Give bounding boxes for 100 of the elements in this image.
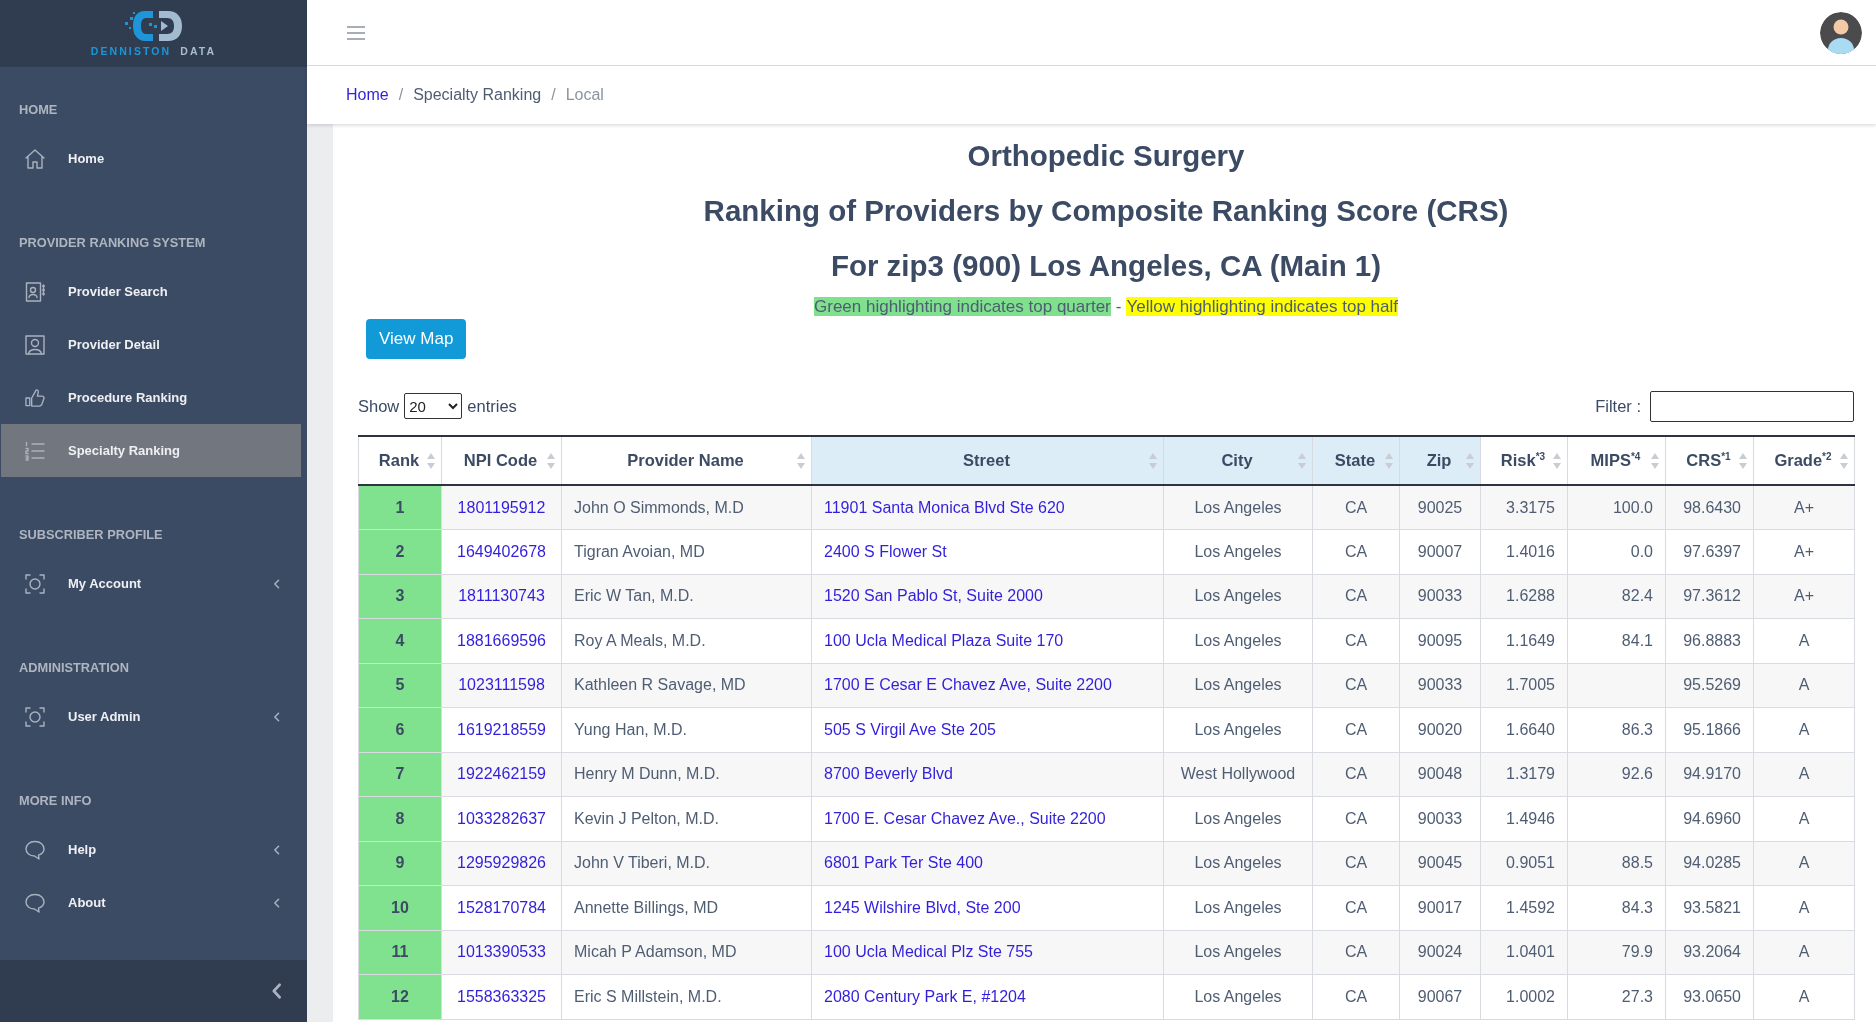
table-cell: 0.9051 [1480, 841, 1568, 886]
table-cell: Eric W Tan, M.D. [561, 574, 812, 619]
table-cell: CA [1312, 707, 1400, 752]
table-cell: 96.8883 [1665, 618, 1754, 663]
column-header[interactable]: Street [811, 436, 1164, 485]
rank-cell: 9 [358, 841, 442, 886]
table-cell: Los Angeles [1163, 841, 1313, 886]
table-cell: Los Angeles [1163, 707, 1313, 752]
rank-cell: 6 [358, 707, 442, 752]
logo-icon [122, 9, 185, 43]
section-heading: MORE INFO [18, 792, 93, 810]
numbered-list-icon [25, 440, 45, 461]
nav-item[interactable]: Provider Search [1, 265, 301, 318]
column-header[interactable]: Zip [1399, 436, 1481, 485]
table-cell: A [1753, 663, 1855, 708]
table-cell: Los Angeles [1163, 930, 1313, 975]
focus-frame-icon [25, 573, 45, 594]
nav-item[interactable]: Home [1, 132, 301, 185]
table-cell: Los Angeles [1163, 974, 1313, 1019]
table-cell: 90048 [1399, 752, 1481, 797]
table-cell: 100.0 [1567, 485, 1666, 530]
street-link[interactable]: 8700 Beverly Blvd [824, 765, 953, 783]
table-cell: A+ [1753, 485, 1855, 530]
column-header[interactable]: NPI Code [441, 436, 562, 485]
table-cell: Henry M Dunn, M.D. [561, 752, 812, 797]
breadcrumb-separator: / [397, 86, 405, 104]
table-cell: 98.6430 [1665, 485, 1754, 530]
entries-label: entries [467, 396, 517, 416]
table-cell: Annette Billings, MD [561, 885, 812, 930]
speech-bubble-icon [25, 839, 45, 860]
table-cell: A [1753, 796, 1855, 841]
table-cell: A [1753, 930, 1855, 975]
nav-item[interactable]: About [1, 876, 301, 929]
table-cell: CA [1312, 885, 1400, 930]
table-cell: 90025 [1399, 485, 1481, 530]
table-cell: CA [1312, 574, 1400, 619]
table-cell: 27.3 [1567, 974, 1666, 1019]
section-heading: SUBSCRIBER PROFILE [18, 526, 164, 544]
table-cell: 84.3 [1567, 885, 1666, 930]
page-length-select[interactable]: 20 [404, 393, 463, 419]
table-cell: 90033 [1399, 574, 1481, 619]
table-cell: John V Tiberi, M.D. [561, 841, 812, 886]
column-header[interactable]: Rank [358, 436, 442, 485]
column-header[interactable]: Provider Name [561, 436, 812, 485]
nav-item[interactable]: Provider Detail [1, 318, 301, 371]
table-cell: 93.5821 [1665, 885, 1754, 930]
table-cell: 90067 [1399, 974, 1481, 1019]
section-heading: PROVIDER RANKING SYSTEM [18, 234, 207, 252]
table-cell: 1.7005 [1480, 663, 1568, 708]
table-cell: 3.3175 [1480, 485, 1568, 530]
nav-item[interactable]: Specialty Ranking [1, 424, 301, 477]
street-link[interactable]: 6801 Park Ter Ste 400 [824, 854, 983, 872]
nav-item[interactable]: My Account [1, 557, 301, 610]
chevron-icon [271, 983, 282, 999]
column-header[interactable]: MIPS$^{*4}$ [1567, 436, 1666, 485]
filter-label: Filter : [1595, 396, 1641, 416]
rank-cell: 7 [358, 752, 442, 797]
table-cell: Roy A Meals, M.D. [561, 618, 812, 663]
column-header[interactable]: Grade$^{*2}$ [1753, 436, 1855, 485]
column-header[interactable]: State [1312, 436, 1400, 485]
table-cell: Los Angeles [1163, 618, 1313, 663]
avatar-icon[interactable] [1820, 11, 1862, 54]
table-cell: A [1753, 974, 1855, 1019]
table-cell: 1.4946 [1480, 796, 1568, 841]
breadcrumb-link[interactable]: Home [346, 86, 389, 104]
table-cell: 1.6640 [1480, 707, 1568, 752]
logo-text: DENNISTON [90, 46, 172, 57]
table-cell: 0.0 [1567, 529, 1666, 574]
table-cell: Los Angeles [1163, 574, 1313, 619]
table-cell: Eric S Millstein, M.D. [561, 974, 812, 1019]
nav-item[interactable]: Help [1, 823, 301, 876]
table-cell: Los Angeles [1163, 796, 1313, 841]
street-link[interactable]: 505 S Virgil Ave Ste 205 [824, 720, 996, 738]
column-header[interactable]: City [1163, 436, 1313, 485]
show-label: Show [358, 396, 400, 416]
table-cell: 84.1 [1567, 618, 1666, 663]
table-cell: A [1753, 707, 1855, 752]
speech-bubble-icon [25, 892, 45, 913]
section-heading: ADMINISTRATION [18, 659, 130, 677]
contact-card-icon [25, 281, 45, 302]
nav-item[interactable]: User Admin [1, 690, 301, 743]
table-cell: A+ [1753, 574, 1855, 619]
column-header[interactable]: Risk$^{*3}$ [1480, 436, 1568, 485]
table-cell: A [1753, 752, 1855, 797]
rank-cell: 2 [358, 529, 442, 574]
table-cell: A [1753, 841, 1855, 886]
street-link[interactable]: 2400 S Flower St [824, 542, 947, 560]
table-cell: CA [1312, 485, 1400, 530]
sidebar-toggle[interactable] [0, 960, 307, 1022]
highlight-legend: Green highlighting indicates top quarter [814, 297, 1111, 316]
table-cell: 90020 [1399, 707, 1481, 752]
highlight-legend: Yellow highlighting indicates top half [1126, 297, 1398, 316]
nav-item[interactable]: Procedure Ranking [1, 371, 301, 424]
page-title: Orthopedic Surgery [966, 138, 1246, 174]
filter-field[interactable] [1650, 390, 1854, 422]
table-cell: 95.5269 [1665, 663, 1754, 708]
rank-cell: 8 [358, 796, 442, 841]
column-header[interactable]: CRS$^{*1}$ [1665, 436, 1754, 485]
logo-text: DATA [180, 46, 217, 57]
page-title: For zip3 (900) Los Angeles, CA (Main 1) [829, 248, 1383, 284]
